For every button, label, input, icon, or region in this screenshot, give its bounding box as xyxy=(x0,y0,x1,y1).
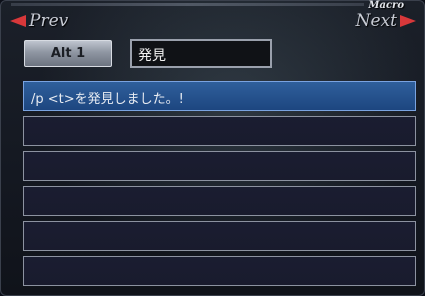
macro-line-4[interactable] xyxy=(23,186,416,216)
macro-title-input[interactable]: 発見 xyxy=(130,39,272,68)
macro-set-tab[interactable]: Alt 1 xyxy=(24,40,112,67)
macro-line-2[interactable] xyxy=(23,116,416,146)
left-arrow-icon xyxy=(10,15,26,27)
prev-label: Prev xyxy=(29,11,69,31)
macro-line-1[interactable]: /p <t>を発見しました。! xyxy=(23,81,416,111)
window-top-frame xyxy=(11,3,364,6)
macro-window: Macro Prev Next Alt 1 発見 /p <t>を発見しました。! xyxy=(0,0,425,296)
right-arrow-icon xyxy=(400,15,416,27)
macro-line-6[interactable] xyxy=(23,256,416,286)
macro-caption: Macro xyxy=(368,0,404,11)
next-button[interactable]: Next xyxy=(356,11,416,31)
prev-button[interactable]: Prev xyxy=(10,11,68,31)
macro-line-5[interactable] xyxy=(23,221,416,251)
macro-line-3[interactable] xyxy=(23,151,416,181)
next-label: Next xyxy=(355,11,397,31)
